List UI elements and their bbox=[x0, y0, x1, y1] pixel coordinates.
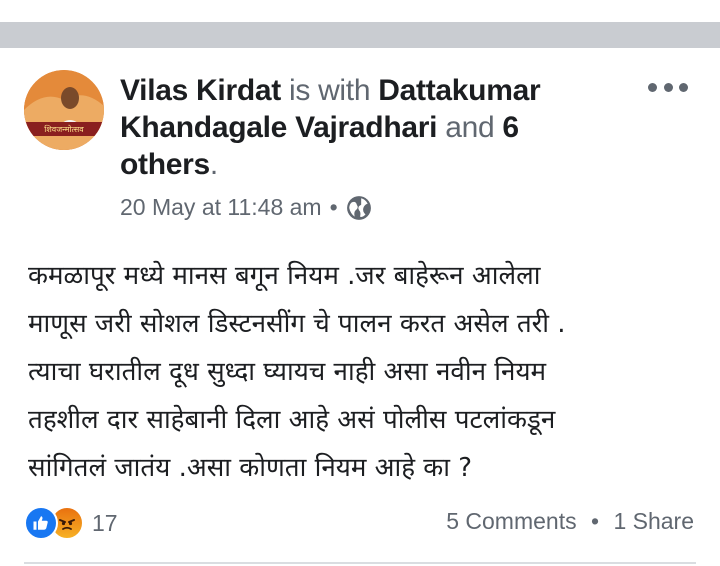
top-divider-bar bbox=[0, 22, 720, 48]
post-body-line: सांगितलं जातंय .असा कोणता नियम आहे का ? bbox=[28, 453, 473, 483]
bottom-divider bbox=[24, 562, 696, 564]
post-body-line: कमळापूर मध्ये मानस बगून नियम .जर बाहेरून… bbox=[28, 261, 541, 291]
with-text: is with bbox=[288, 74, 371, 107]
meta-separator: • bbox=[329, 194, 338, 220]
avatar-image: शिवजन्मोत्सव bbox=[24, 70, 104, 150]
more-options-icon[interactable] bbox=[648, 80, 688, 94]
post-body-line: त्याचा घरातील दूध सुध्दा घ्यायच नाही असा… bbox=[28, 357, 547, 387]
globe-icon[interactable] bbox=[346, 195, 372, 221]
like-icon bbox=[24, 506, 58, 540]
counts-separator: • bbox=[590, 508, 600, 534]
post-header: Vilas Kirdat is with Dattakumar Khandaga… bbox=[120, 72, 620, 183]
and-text: and bbox=[445, 111, 495, 144]
dot bbox=[663, 82, 673, 92]
dot bbox=[679, 82, 688, 92]
reactions-summary[interactable]: 17 bbox=[24, 506, 118, 540]
post-meta: 20 May at 11:48 am • bbox=[120, 194, 372, 221]
post-body-line: तहशील दार साहेबानी दिला आहे असं पोलीस पट… bbox=[28, 405, 556, 435]
post-body: कमळापूर मध्ये मानस बगून नियम .जर बाहेरून… bbox=[28, 252, 698, 492]
comments-link[interactable]: 5 Comments bbox=[446, 508, 576, 534]
reaction-count: 17 bbox=[92, 509, 118, 536]
post-timestamp[interactable]: 20 May at 11:48 am bbox=[120, 194, 322, 221]
avatar[interactable]: शिवजन्मोत्सव bbox=[24, 70, 104, 150]
header-period: . bbox=[209, 148, 218, 181]
avatar-banner-text: शिवजन्मोत्सव bbox=[44, 124, 84, 134]
dot bbox=[648, 82, 657, 92]
post-body-line: माणूस जरी सोशल डिस्टनसींग चे पालन करत अस… bbox=[28, 309, 566, 339]
author-name[interactable]: Vilas Kirdat bbox=[120, 74, 281, 107]
shares-link[interactable]: 1 Share bbox=[613, 508, 694, 534]
engagement-counts: 5 Comments • 1 Share bbox=[446, 508, 694, 535]
